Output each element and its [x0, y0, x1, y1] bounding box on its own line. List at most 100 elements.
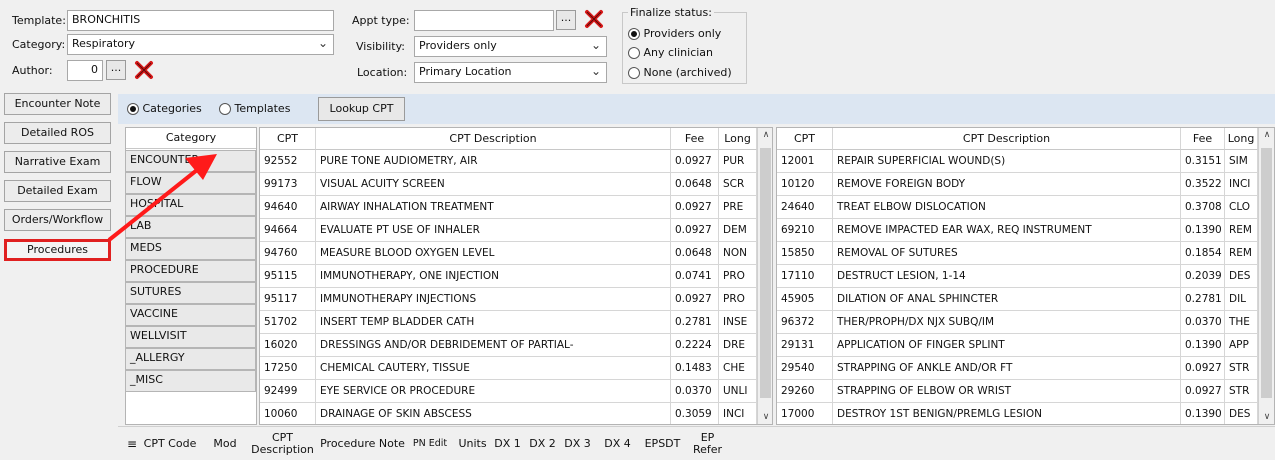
category-item[interactable]: PROCEDURE	[125, 260, 256, 282]
table-cell[interactable]: THER/PROPH/DX NJX SUBQ/IM	[833, 311, 1181, 334]
scroll-down-icon[interactable]: ∨	[1259, 412, 1274, 422]
table-cell[interactable]: 16020	[260, 334, 316, 357]
table-cell[interactable]: 0.1390	[1181, 219, 1225, 242]
bottom-column-header[interactable]: CPT Code	[140, 428, 200, 460]
table-cell[interactable]: DRESSINGS AND/OR DEBRIDEMENT OF PARTIAL-	[316, 334, 671, 357]
grid-menu-icon[interactable]: ≡	[127, 437, 137, 451]
scrollbar-thumb[interactable]	[760, 148, 771, 398]
table-cell[interactable]: INCI	[719, 403, 757, 424]
vertical-scrollbar[interactable]: ∧ ∨	[1258, 128, 1274, 424]
table-cell[interactable]: 12001	[777, 150, 833, 173]
table-cell[interactable]: PRO	[719, 265, 757, 288]
table-cell[interactable]: 10120	[777, 173, 833, 196]
visibility-select[interactable]: Providers only ⌄	[414, 36, 607, 57]
table-cell[interactable]: 99173	[260, 173, 316, 196]
table-cell[interactable]: 0.1390	[1181, 334, 1225, 357]
column-header[interactable]: CPT	[777, 128, 833, 150]
table-cell[interactable]: DRE	[719, 334, 757, 357]
table-cell[interactable]: 10060	[260, 403, 316, 424]
table-cell[interactable]: 0.2781	[671, 311, 719, 334]
table-cell[interactable]: 45905	[777, 288, 833, 311]
category-item[interactable]: SUTURES	[125, 282, 256, 304]
table-cell[interactable]: REPAIR SUPERFICIAL WOUND(S)	[833, 150, 1181, 173]
table-cell[interactable]: 0.0741	[671, 265, 719, 288]
bottom-column-header[interactable]: Procedure Note	[320, 428, 405, 460]
column-header[interactable]: CPT Description	[833, 128, 1181, 150]
author-lookup-button[interactable]: ...	[106, 60, 126, 80]
table-cell[interactable]: CLO	[1225, 196, 1258, 219]
column-header[interactable]: Fee	[1181, 128, 1225, 150]
category-item[interactable]: ENCOUNTER	[125, 150, 256, 172]
column-header[interactable]: CPT Description	[316, 128, 671, 150]
table-cell[interactable]: DESTRUCT LESION, 1-14	[833, 265, 1181, 288]
table-cell[interactable]: 51702	[260, 311, 316, 334]
vertical-scrollbar[interactable]: ∧ ∨	[757, 128, 772, 424]
bottom-column-header[interactable]: Mod	[205, 428, 245, 460]
bottom-column-header[interactable]: CPT Description	[250, 428, 315, 460]
table-cell[interactable]: 0.0927	[671, 288, 719, 311]
table-cell[interactable]: DILATION OF ANAL SPHINCTER	[833, 288, 1181, 311]
table-cell[interactable]: REMOVE IMPACTED EAR WAX, REQ INSTRUMENT	[833, 219, 1181, 242]
scroll-up-icon[interactable]: ∧	[1259, 130, 1274, 140]
table-cell[interactable]: 0.0927	[671, 219, 719, 242]
appt-type-lookup-button[interactable]: ...	[556, 10, 576, 30]
table-cell[interactable]: 0.1483	[671, 357, 719, 380]
table-cell[interactable]: STRAPPING OF ANKLE AND/OR FT	[833, 357, 1181, 380]
table-cell[interactable]: 94760	[260, 242, 316, 265]
nav-orders-workflow[interactable]: Orders/Workflow	[4, 209, 111, 231]
table-cell[interactable]: EVALUATE PT USE OF INHALER	[316, 219, 671, 242]
template-input[interactable]: BRONCHITIS	[67, 10, 334, 31]
table-cell[interactable]: DES	[1225, 403, 1258, 424]
table-cell[interactable]: AIRWAY INHALATION TREATMENT	[316, 196, 671, 219]
bottom-column-header[interactable]: DX 2	[525, 428, 560, 460]
category-item[interactable]: VACCINE	[125, 304, 256, 326]
table-cell[interactable]: INSE	[719, 311, 757, 334]
table-cell[interactable]: CHEMICAL CAUTERY, TISSUE	[316, 357, 671, 380]
location-select[interactable]: Primary Location ⌄	[414, 62, 607, 83]
table-cell[interactable]: 0.3708	[1181, 196, 1225, 219]
bottom-column-header[interactable]: PN Edit	[410, 428, 450, 460]
table-cell[interactable]: 0.0648	[671, 242, 719, 265]
table-cell[interactable]: PUR	[719, 150, 757, 173]
table-cell[interactable]: STR	[1225, 380, 1258, 403]
table-cell[interactable]: EYE SERVICE OR PROCEDURE	[316, 380, 671, 403]
table-cell[interactable]: 0.0370	[1181, 311, 1225, 334]
author-input[interactable]: 0	[67, 60, 103, 81]
column-header[interactable]: CPT	[260, 128, 316, 150]
table-cell[interactable]: STRAPPING OF ELBOW OR WRIST	[833, 380, 1181, 403]
table-cell[interactable]: 95115	[260, 265, 316, 288]
finalize-option-none[interactable]: None (archived)	[628, 66, 732, 79]
table-cell[interactable]: 0.3522	[1181, 173, 1225, 196]
bottom-column-header[interactable]: DX 4	[600, 428, 635, 460]
table-cell[interactable]: 0.0370	[671, 380, 719, 403]
column-header[interactable]: Long	[719, 128, 757, 150]
table-cell[interactable]: APPLICATION OF FINGER SPLINT	[833, 334, 1181, 357]
table-cell[interactable]: 15850	[777, 242, 833, 265]
nav-detailed-exam[interactable]: Detailed Exam	[4, 180, 111, 202]
table-cell[interactable]: 29540	[777, 357, 833, 380]
bottom-column-header[interactable]: DX 3	[560, 428, 595, 460]
bottom-column-header[interactable]: EPSDT	[640, 428, 685, 460]
category-select[interactable]: Respiratory ⌄	[67, 34, 334, 55]
lookup-cpt-button[interactable]: Lookup CPT	[318, 97, 405, 121]
appt-type-input[interactable]	[414, 10, 554, 31]
table-cell[interactable]: 0.1854	[1181, 242, 1225, 265]
scrollbar-thumb[interactable]	[1261, 148, 1272, 398]
table-cell[interactable]: 0.0927	[671, 196, 719, 219]
nav-encounter-note[interactable]: Encounter Note	[4, 93, 111, 115]
table-cell[interactable]: PURE TONE AUDIOMETRY, AIR	[316, 150, 671, 173]
table-cell[interactable]: 0.0927	[1181, 357, 1225, 380]
table-cell[interactable]: REMOVAL OF SUTURES	[833, 242, 1181, 265]
table-cell[interactable]: DIL	[1225, 288, 1258, 311]
column-header[interactable]: Fee	[671, 128, 719, 150]
table-cell[interactable]: 0.2224	[671, 334, 719, 357]
scroll-down-icon[interactable]: ∨	[758, 412, 772, 422]
category-item[interactable]: WELLVISIT	[125, 326, 256, 348]
table-cell[interactable]: INSERT TEMP BLADDER CATH	[316, 311, 671, 334]
table-cell[interactable]: 17000	[777, 403, 833, 424]
table-cell[interactable]: INCI	[1225, 173, 1258, 196]
category-item[interactable]: MEDS	[125, 238, 256, 260]
table-cell[interactable]: 96372	[777, 311, 833, 334]
table-cell[interactable]: 29260	[777, 380, 833, 403]
nav-narrative-exam[interactable]: Narrative Exam	[4, 151, 111, 173]
